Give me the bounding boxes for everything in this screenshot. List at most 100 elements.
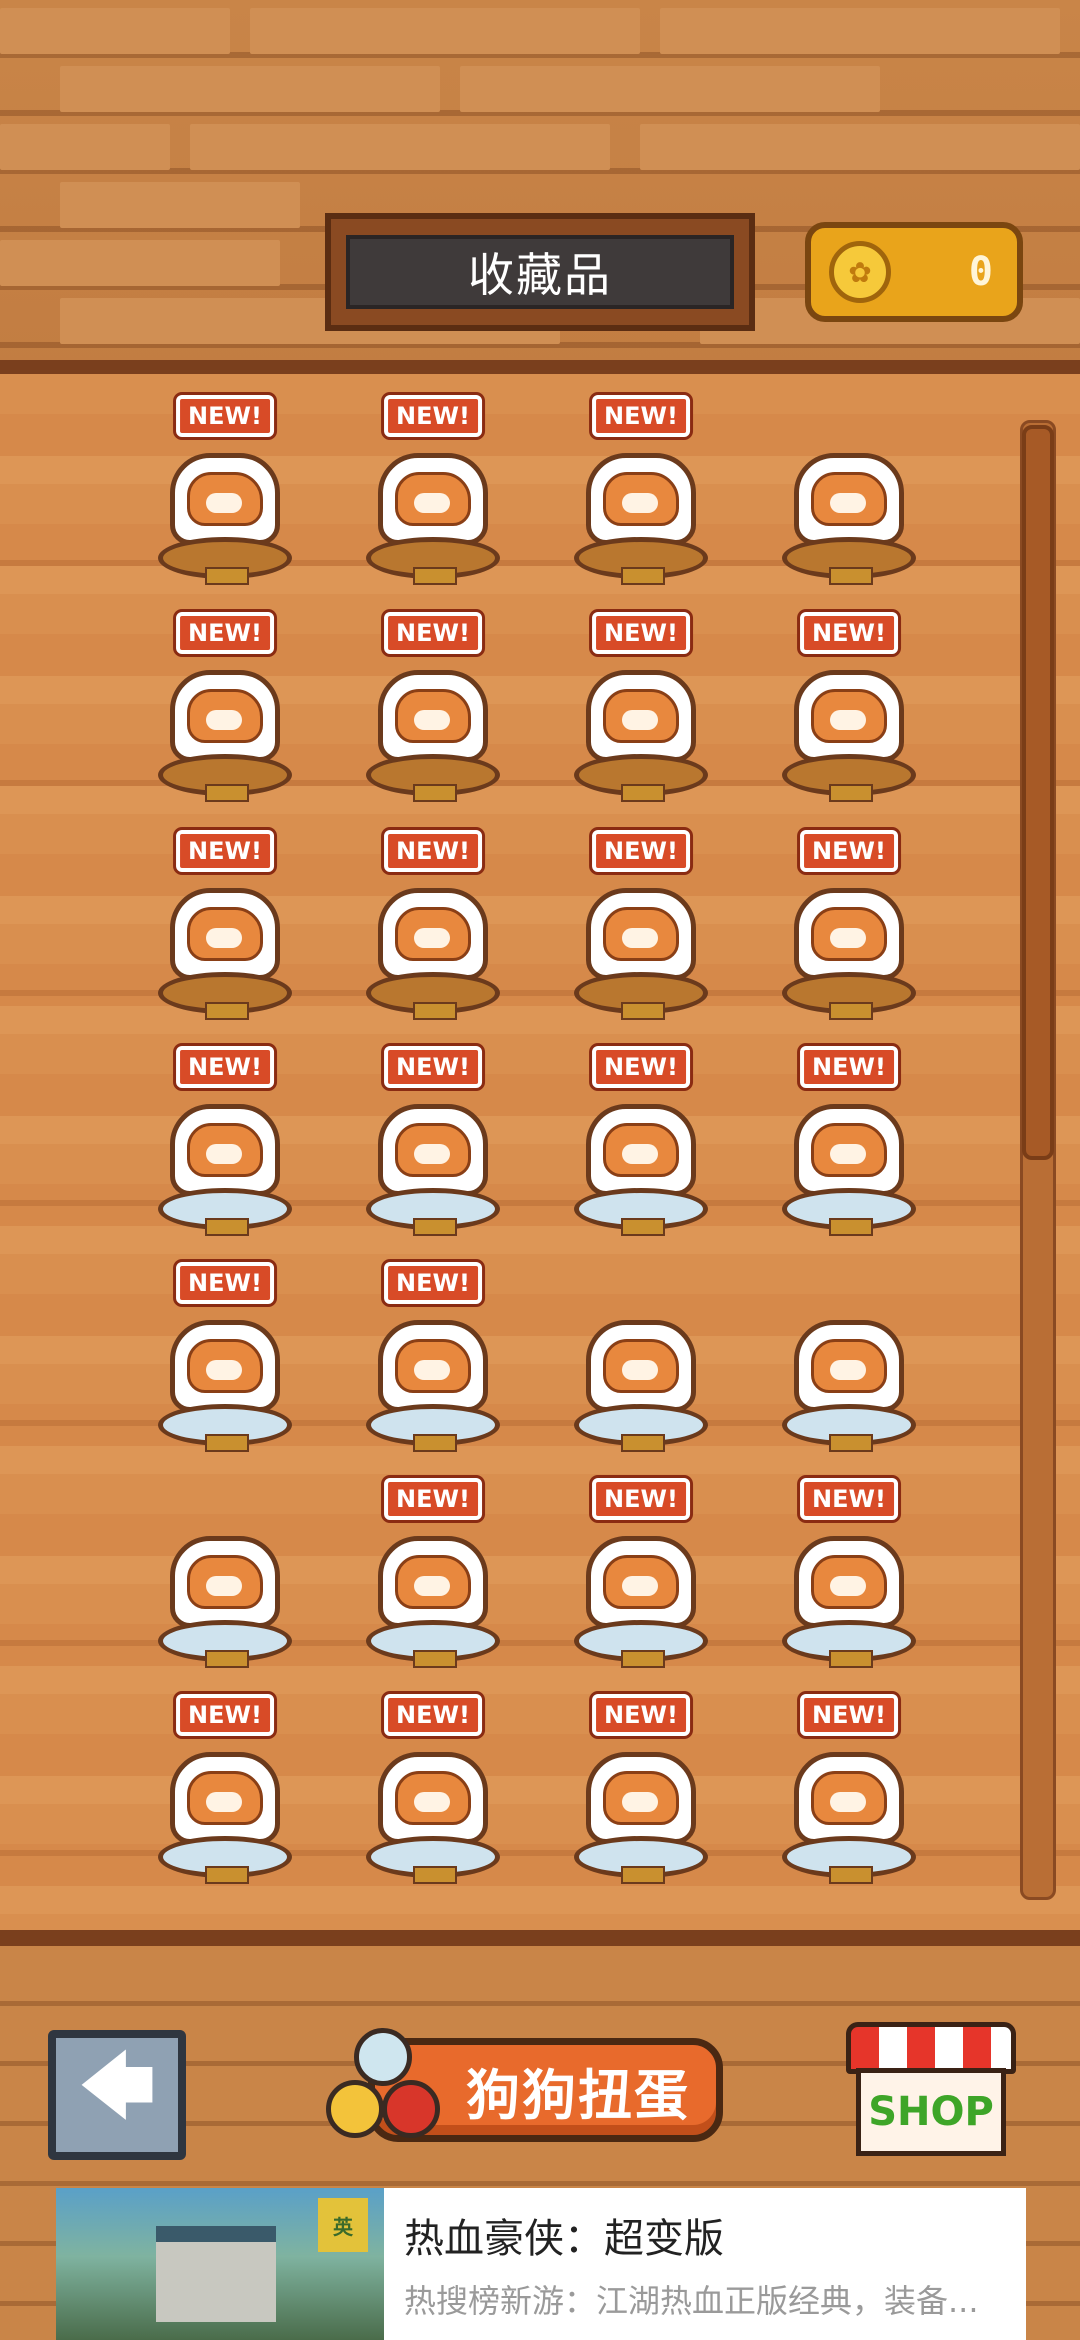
collection-item[interactable]: NEW! [150,1262,300,1462]
collection-item[interactable]: NEW! [358,830,508,1030]
collection-item[interactable]: NEW! [150,1046,300,1246]
shelf-ledge [0,1930,1080,1946]
stand-plate [829,1650,873,1668]
new-badge: NEW! [384,1262,482,1304]
ad-description: 热搜榜新游：江湖热血正版经典，装备... [404,2282,979,2320]
stand-plate [205,567,249,585]
collection-item[interactable]: NEW! [150,395,300,595]
shiba-figure-icon [586,888,696,980]
stand-plate [205,1866,249,1884]
shiba-figure-icon [170,1104,280,1196]
shiba-figure-icon [170,1752,280,1844]
shiba-figure-icon [794,1752,904,1844]
new-badge: NEW! [176,1694,274,1736]
collection-item[interactable] [774,1262,924,1462]
collection-item[interactable]: NEW! [150,830,300,1030]
stand-plate [205,1218,249,1236]
collection-item[interactable]: NEW! [566,1694,716,1894]
shiba-figure-icon [378,1104,488,1196]
ad-title: 热血豪侠：超变版 [404,2216,724,2262]
stand-plate [413,1650,457,1668]
new-badge: NEW! [384,1478,482,1520]
new-badge: NEW! [384,395,482,437]
collection-item[interactable]: NEW! [566,830,716,1030]
collection-item[interactable] [566,1262,716,1462]
collection-item[interactable]: NEW! [566,395,716,595]
capsule-ball-icon [354,2028,412,2086]
stand-plate [621,567,665,585]
new-badge: NEW! [800,1694,898,1736]
shop-label: SHOP [856,2068,1006,2156]
new-badge: NEW! [384,612,482,654]
shop-button[interactable]: SHOP [846,2022,1016,2162]
collection-item[interactable]: NEW! [566,612,716,812]
coin-counter: ✿ 0 [805,222,1023,322]
stand-plate [205,1434,249,1452]
new-badge: NEW! [592,830,690,872]
shiba-figure-icon [586,670,696,762]
shiba-figure-icon [378,1320,488,1412]
page-title: 收藏品 [346,235,734,309]
new-badge: NEW! [592,395,690,437]
stand-plate [829,1866,873,1884]
stand-plate [829,1434,873,1452]
back-button[interactable]: 🡄 [48,2030,186,2160]
collection-item[interactable]: NEW! [358,395,508,595]
shiba-figure-icon [794,888,904,980]
stand-plate [413,567,457,585]
new-badge: NEW! [592,612,690,654]
shop-awning-icon [846,2022,1016,2074]
ad-banner[interactable]: 英 热血豪侠：超变版 热搜榜新游：江湖热血正版经典，装备... [56,2188,1026,2340]
paw-coin-icon: ✿ [829,241,891,303]
collection-item[interactable]: NEW! [358,612,508,812]
collection-item[interactable] [774,395,924,595]
stand-plate [413,1218,457,1236]
wall-ledge [0,360,1080,374]
arrow-left-icon: 🡄 [77,2040,157,2130]
collection-item[interactable]: NEW! [566,1478,716,1678]
collection-item[interactable]: NEW! [774,1694,924,1894]
new-badge: NEW! [592,1478,690,1520]
shiba-figure-icon [170,1536,280,1628]
new-badge: NEW! [592,1694,690,1736]
collection-item[interactable]: NEW! [358,1262,508,1462]
shiba-figure-icon [378,453,488,545]
stand-plate [829,567,873,585]
stand-plate [621,1866,665,1884]
stand-plate [829,784,873,802]
collection-item[interactable]: NEW! [774,1478,924,1678]
stand-plate [205,784,249,802]
shiba-figure-icon [794,453,904,545]
stand-plate [829,1002,873,1020]
capsule-ball-icon [326,2080,384,2138]
shiba-figure-icon [378,888,488,980]
shiba-figure-icon [378,1752,488,1844]
shiba-figure-icon [794,670,904,762]
collection-item[interactable]: NEW! [150,1694,300,1894]
title-plaque: 收藏品 [325,213,755,331]
new-badge: NEW! [800,830,898,872]
new-badge: NEW! [800,1046,898,1088]
stand-plate [829,1218,873,1236]
shiba-figure-icon [378,670,488,762]
shiba-figure-icon [794,1320,904,1412]
collection-item[interactable]: NEW! [358,1046,508,1246]
collection-item[interactable]: NEW! [774,1046,924,1246]
gacha-button[interactable]: 狗狗扭蛋 [318,2008,726,2156]
collection-item[interactable]: NEW! [774,830,924,1030]
stand-plate [621,1218,665,1236]
collection-item[interactable]: NEW! [774,612,924,812]
new-badge: NEW! [384,830,482,872]
scrollbar-thumb[interactable] [1022,425,1054,1160]
collection-item[interactable]: NEW! [150,612,300,812]
collection-item[interactable]: NEW! [358,1694,508,1894]
stand-plate [621,1650,665,1668]
collection-item[interactable] [150,1478,300,1678]
new-badge: NEW! [592,1046,690,1088]
new-badge: NEW! [176,1046,274,1088]
collection-item[interactable]: NEW! [566,1046,716,1246]
shiba-figure-icon [586,453,696,545]
stand-plate [413,784,457,802]
collection-item[interactable]: NEW! [358,1478,508,1678]
stand-plate [205,1002,249,1020]
